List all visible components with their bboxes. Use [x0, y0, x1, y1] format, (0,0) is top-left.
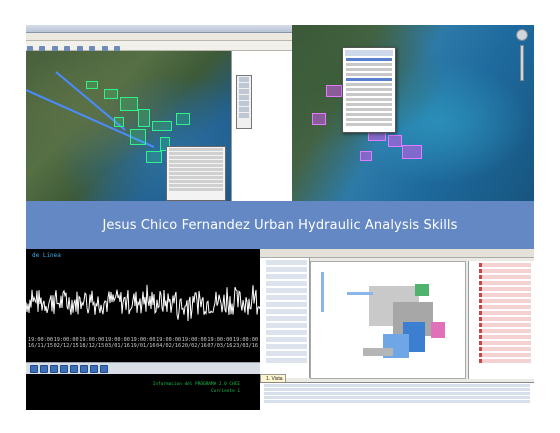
screenshot-collage: Jesus Chico Fernandez Urban Hydraulic An… — [26, 25, 534, 410]
parcel-block — [146, 151, 162, 163]
parcel-block — [176, 113, 190, 125]
compass-icon[interactable] — [516, 29, 528, 41]
status-area: Informacion del PROGRAMA 2.0 CHCE Corrie… — [26, 374, 260, 410]
network-block — [388, 135, 402, 147]
zoom-button[interactable] — [50, 364, 58, 373]
time-tick-label: 19:00:00 16/11/15 — [28, 337, 53, 349]
time-axis: 19:00:00 16/11/15 19:00:00 02/12/15 19:00:00… — [26, 337, 260, 359]
gis-window-screenshot — [26, 25, 292, 201]
series-header: de Linea — [32, 252, 61, 259]
time-series-screenshot: de Linea 19:00:00 16/11/15 19:00:00 02/12/1… — [26, 249, 260, 410]
zone-shape — [415, 284, 429, 296]
parcel-block — [104, 89, 118, 99]
status-line-1: Informacion del PROGRAMA 2.0 CHCE — [152, 382, 240, 387]
network-block — [312, 113, 326, 125]
zone-shape — [431, 322, 445, 338]
network-block — [326, 85, 342, 97]
legend-window[interactable] — [236, 75, 252, 129]
banner-title: Jesus Chico Fernandez Urban Hydraulic An… — [102, 217, 458, 233]
window-menubar[interactable] — [26, 33, 292, 41]
network-block — [360, 151, 372, 161]
layer-list[interactable] — [468, 261, 534, 379]
pause-button[interactable] — [40, 364, 48, 373]
parcel-block — [130, 129, 146, 145]
arcgis-toolbar — [260, 249, 534, 258]
clock-icon[interactable] — [90, 364, 98, 373]
time-tick-label: 19:00:00 18/12/15 — [79, 337, 105, 349]
time-tick-label: 19:00:00 20/02/16 — [181, 337, 207, 349]
earth-view-screenshot — [292, 25, 534, 201]
series-trace — [26, 284, 260, 322]
table-of-contents[interactable] — [260, 258, 310, 378]
title-banner: Jesus Chico Fernandez Urban Hydraulic An… — [26, 201, 534, 249]
zone-shape — [363, 348, 393, 356]
attribute-table[interactable] — [260, 382, 534, 410]
properties-dialog[interactable] — [166, 146, 226, 201]
feature-info-popup[interactable] — [342, 47, 396, 133]
time-tick-label: 19:00:00 03/01/16 — [104, 337, 130, 349]
play-button[interactable] — [30, 364, 38, 373]
parcel-block — [120, 97, 138, 111]
status-line-2: Corriente 1 — [210, 389, 240, 394]
parcel-block — [86, 81, 98, 89]
time-tick-label: 19:00:00 07/03/16 — [207, 337, 233, 349]
parcel-block — [114, 117, 124, 127]
time-tick-label: 19:00:00 04/02/16 — [156, 337, 182, 349]
time-tick-label: 19:00:00 02/12/15 — [53, 337, 79, 349]
network-block — [402, 145, 422, 159]
export-button[interactable] — [80, 364, 88, 373]
time-tick-label: 19:00:00 23/03/16 — [233, 337, 258, 349]
parcel-block — [138, 109, 150, 127]
grid-icon[interactable] — [100, 364, 108, 373]
zoom-slider-icon[interactable] — [520, 45, 524, 81]
pipe-line — [321, 272, 324, 312]
window-toolbar — [26, 41, 292, 52]
parcel-block — [152, 121, 172, 131]
settings-button[interactable] — [70, 364, 78, 373]
pan-button[interactable] — [60, 364, 68, 373]
network-map[interactable] — [310, 261, 466, 379]
series-toolbar — [26, 362, 260, 374]
series-plot — [26, 284, 260, 322]
window-titlebar — [26, 25, 292, 33]
time-tick-label: 19:00:00 19/01/16 — [130, 337, 156, 349]
pipe-line — [347, 292, 373, 295]
arcgis-screenshot: 1. Vista — [260, 249, 534, 410]
